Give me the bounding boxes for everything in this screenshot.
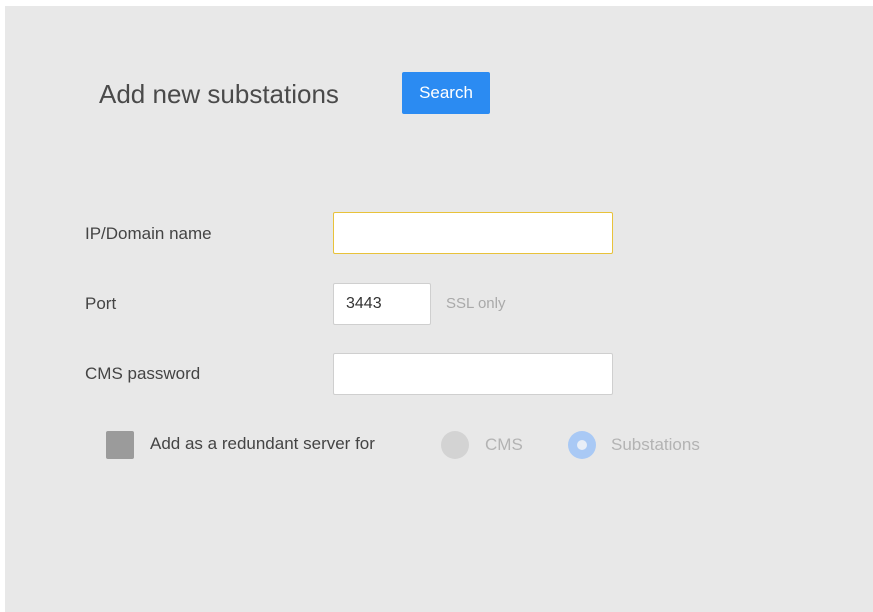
- radio-substations-label: Substations: [611, 435, 700, 454]
- radio-cms[interactable]: [441, 431, 469, 459]
- radio-cms-label: CMS: [485, 435, 523, 454]
- port-label: Port: [85, 294, 117, 313]
- cms-password-input[interactable]: [333, 353, 613, 395]
- port-input[interactable]: [333, 283, 431, 325]
- page-title: Add new substations: [99, 79, 339, 109]
- dialog-panel: Add new substations Search IP/Domain nam…: [5, 6, 873, 612]
- ip-domain-label: IP/Domain name: [85, 224, 212, 243]
- redundant-server-checkbox[interactable]: [106, 431, 134, 459]
- radio-selected-dot: [577, 440, 587, 450]
- redundant-server-label: Add as a redundant server for: [150, 434, 375, 453]
- radio-substations[interactable]: [568, 431, 596, 459]
- ip-domain-input[interactable]: [333, 212, 613, 254]
- search-button[interactable]: Search: [402, 72, 490, 114]
- cms-password-label: CMS password: [85, 364, 201, 383]
- ssl-only-hint: SSL only: [446, 295, 506, 312]
